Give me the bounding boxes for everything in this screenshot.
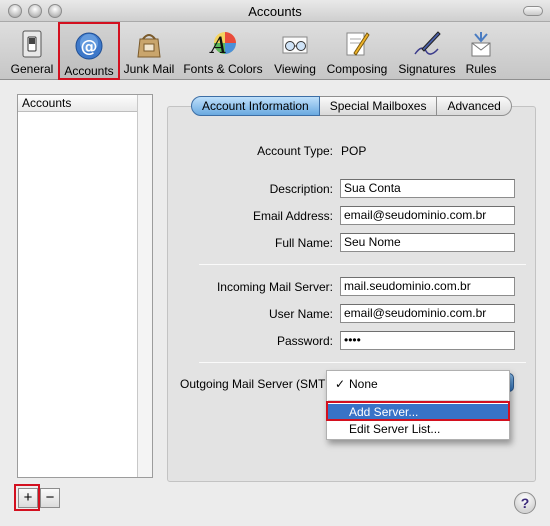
toolbar-rules[interactable]: Rules xyxy=(462,22,500,80)
pencil-paper-icon xyxy=(346,32,370,56)
toolbar-signatures[interactable]: Signatures xyxy=(396,22,458,80)
toolbar-accounts[interactable]: @ Accounts xyxy=(58,22,120,80)
rules-envelope-icon xyxy=(471,32,491,57)
email-address-label: Email Address: xyxy=(252,209,333,223)
toolbar-label: General xyxy=(10,62,54,76)
svg-text:@: @ xyxy=(81,37,98,57)
incoming-server-label: Incoming Mail Server: xyxy=(216,280,333,294)
accounts-list[interactable]: Accounts xyxy=(17,94,153,478)
account-tabs: Account Information Special Mailboxes Ad… xyxy=(191,96,512,116)
add-account-highlight xyxy=(14,484,40,511)
toolbar-label: Viewing xyxy=(274,62,316,76)
add-server-highlight xyxy=(326,401,510,421)
toolbar-label: Accounts xyxy=(64,64,114,78)
junk-mail-bag-icon xyxy=(137,34,161,58)
toolbar-label: Junk Mail xyxy=(123,62,175,76)
full-name-field[interactable]: Seu Nome xyxy=(340,233,515,252)
menu-item-label: None xyxy=(349,377,378,391)
user-name-field[interactable]: email@seudominio.com.br xyxy=(340,304,515,323)
account-type-value: POP xyxy=(341,144,367,158)
pen-signature-icon xyxy=(414,31,441,55)
menu-item-none[interactable]: ✓ None xyxy=(327,376,509,393)
toolbar-junk-mail[interactable]: Junk Mail xyxy=(122,22,176,80)
separator xyxy=(199,264,526,265)
incoming-server-field[interactable]: mail.seudominio.com.br xyxy=(340,277,515,296)
password-field[interactable]: •••• xyxy=(340,331,515,350)
toolbar-label: Composing xyxy=(326,62,388,76)
window-title: Accounts xyxy=(248,4,302,19)
description-field[interactable]: Sua Conta xyxy=(340,179,515,198)
at-sign-icon: @ xyxy=(75,32,103,60)
glasses-icon xyxy=(282,36,308,54)
description-label: Description: xyxy=(269,182,333,196)
password-label: Password: xyxy=(276,334,333,348)
toolbar-label: Signatures xyxy=(398,62,456,76)
accounts-list-header: Accounts xyxy=(18,95,152,112)
light-switch-icon xyxy=(22,30,42,58)
separator xyxy=(199,362,526,363)
title-bar: Accounts xyxy=(0,0,550,22)
user-name-label: User Name: xyxy=(268,307,333,321)
toolbar-viewing[interactable]: Viewing xyxy=(270,22,320,80)
tab-account-information[interactable]: Account Information xyxy=(191,96,320,116)
color-font-icon: A xyxy=(209,32,236,59)
accounts-list-scrollbar[interactable] xyxy=(137,95,152,477)
toolbar-label: Rules xyxy=(465,62,497,76)
outgoing-server-label: Outgoing Mail Server (SMTP): xyxy=(180,377,341,391)
help-button[interactable]: ? xyxy=(514,492,536,514)
toolbar-label: Fonts & Colors xyxy=(183,62,263,76)
menu-item-label: Edit Server List... xyxy=(349,422,441,436)
menu-item-edit-server-list[interactable]: Edit Server List... xyxy=(327,421,509,438)
toolbar-general[interactable]: General xyxy=(6,22,58,80)
checkmark-icon: ✓ xyxy=(335,377,346,391)
svg-text:A: A xyxy=(209,34,227,59)
tab-special-mailboxes[interactable]: Special Mailboxes xyxy=(319,96,438,116)
email-address-field[interactable]: email@seudominio.com.br xyxy=(340,206,515,225)
remove-account-button[interactable]: − xyxy=(40,488,60,508)
tab-advanced[interactable]: Advanced xyxy=(437,96,512,116)
toolbar-toggle-button[interactable] xyxy=(523,6,543,16)
preferences-toolbar: General @ Accounts Junk Mail A Fonts & C… xyxy=(0,22,550,80)
toolbar-fonts-colors[interactable]: A Fonts & Colors xyxy=(182,22,264,80)
full-name-label: Full Name: xyxy=(274,236,333,250)
account-type-label: Account Type: xyxy=(257,144,333,158)
toolbar-composing[interactable]: Composing xyxy=(324,22,390,80)
